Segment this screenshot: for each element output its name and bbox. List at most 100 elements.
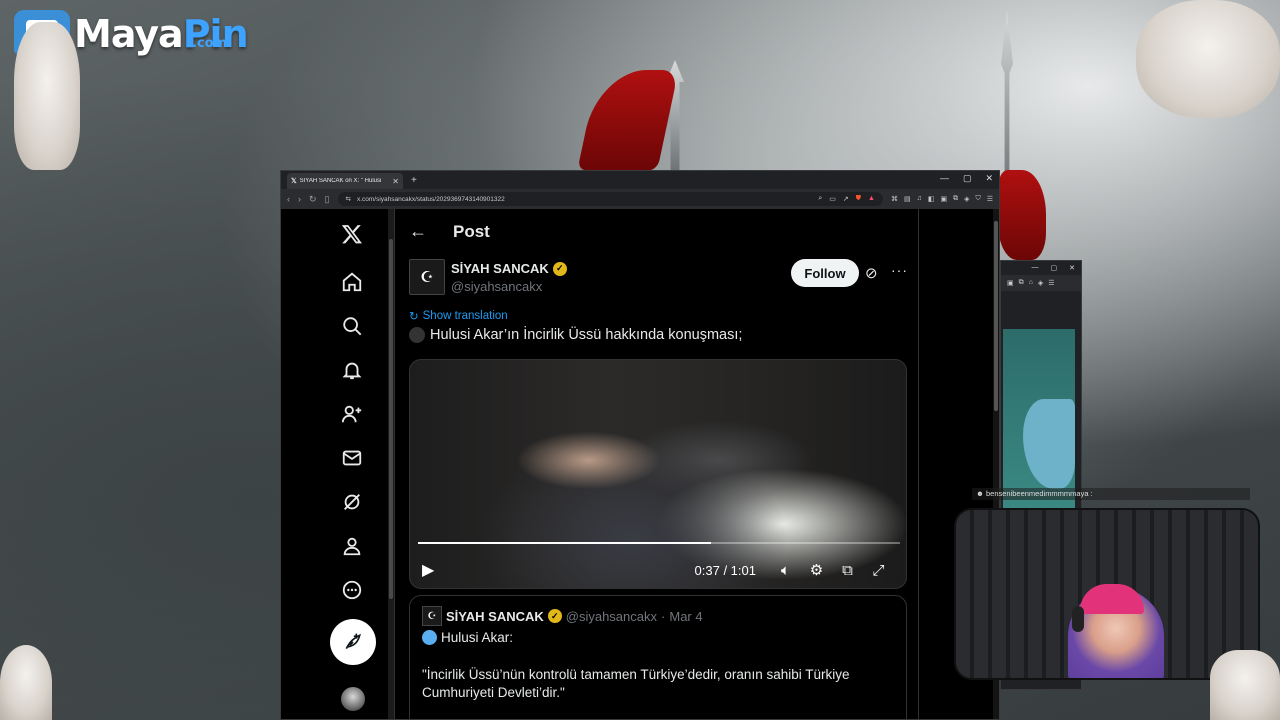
tweet-text-content: Hulusi Akar’ın İncirlik Üssü hakkında ko… [430, 327, 743, 343]
verified-badge-icon: ✓ [547, 609, 562, 623]
post-column: ← Post ☪ SİYAH SANCAK ✓ @siyahsancakx Fo… [394, 209, 919, 719]
quote-line1-text: Hulusi Akar: [441, 630, 514, 645]
menu-icon[interactable]: ☰ [987, 195, 993, 203]
black-circle-emoji-icon [409, 327, 425, 343]
profile-icon[interactable] [331, 525, 373, 567]
maximize-icon[interactable]: ▢ [963, 173, 972, 184]
zoom-icon[interactable]: ⌕ [818, 195, 822, 203]
window-controls[interactable]: — ▢ ✕ [1001, 261, 1081, 275]
extension-icons: ⌘ ▤ ♫ ◧ ▣ ⧉ ◈ ⛉ ☰ [891, 195, 993, 203]
navigation-bar: ‹ › ↻ ▯ ⇆ x.com/siyahsancakx/status/2029… [281, 189, 999, 209]
x-logo-icon[interactable] [331, 213, 373, 255]
show-translation-link[interactable]: ↻ Show translation [409, 309, 508, 323]
site-info-icon[interactable]: ⇆ [346, 195, 351, 203]
close-tab-icon[interactable]: ✕ [392, 177, 399, 186]
quote-first-line: Hulusi Akar: [422, 630, 513, 645]
sidebar-icon[interactable]: ◧ [928, 195, 935, 203]
url-text[interactable]: x.com/siyahsancakx/status/20293697431409… [357, 196, 812, 203]
tab-bar: 𝕏 SİYAH SANCAK on X: " Hulusi ✕ + — ▢ ✕ [281, 171, 999, 189]
streamer-beanie [1080, 584, 1144, 614]
home-icon[interactable] [331, 261, 373, 303]
share-icon[interactable]: ↗ [843, 195, 849, 203]
compose-post-button[interactable] [330, 619, 376, 665]
verified-badge-icon: ✓ [552, 261, 567, 276]
video-time: 0:37 / 1:01 [694, 562, 756, 578]
extension-icon[interactable]: ▤ [904, 195, 911, 203]
red-tassel-decoration [577, 70, 679, 170]
brave-shield-icon[interactable]: ⛊ [856, 195, 861, 203]
quote-author-handle: @siyahsancakx [565, 608, 658, 624]
post-author: ☪ SİYAH SANCAK ✓ @siyahsancakx Follow ⊘ … [409, 259, 907, 299]
feather-icon [345, 633, 361, 650]
picture-in-picture-icon[interactable]: ⧉ [832, 562, 863, 579]
logo-suffix: .com [192, 36, 228, 51]
forward-nav-icon[interactable]: › [298, 194, 301, 204]
settings-gear-icon[interactable]: ⚙ [801, 561, 832, 579]
quote-avatar: ☪ [422, 606, 442, 626]
follow-add-user-icon[interactable] [331, 393, 373, 435]
follow-button[interactable]: Follow [791, 259, 859, 287]
video-progress-fill [418, 542, 711, 544]
search-icon[interactable] [331, 305, 373, 347]
logo-main: Maya [74, 12, 184, 56]
translate-icon: ↻ [409, 311, 419, 323]
quote-date: Mar 4 [669, 608, 703, 624]
grok-explain-icon[interactable]: ⊘ [865, 264, 878, 282]
back-nav-icon[interactable]: ‹ [287, 194, 290, 204]
x-favicon-icon: 𝕏 [291, 178, 297, 185]
play-icon[interactable]: ▶ [422, 560, 442, 580]
account-avatar[interactable] [341, 687, 365, 711]
cat-sticker [1136, 0, 1280, 118]
x-sidebar [330, 209, 376, 719]
video-progress-bar[interactable] [418, 542, 900, 544]
volume-icon[interactable]: 🔈︎ [770, 562, 801, 579]
quote-body: "İncirlik Üssü’nün kontrolü tamamen Türk… [422, 667, 850, 700]
browser-window: 𝕏 SİYAH SANCAK on X: " Hulusi ✕ + — ▢ ✕ … [280, 170, 1000, 720]
minimize-icon[interactable]: — [940, 173, 949, 184]
show-translation-label[interactable]: Show translation [423, 310, 508, 322]
tab-title: SİYAH SANCAK on X: " Hulusi [299, 178, 382, 184]
extension-icon[interactable]: ▣ [940, 195, 947, 203]
extension-bar[interactable]: ▣ ⧉ ⌂ ◈ ☰ [1001, 275, 1081, 291]
spear-decoration [1001, 10, 1013, 190]
close-window-icon[interactable]: ✕ [985, 173, 993, 184]
page-header: ← Post [409, 221, 490, 242]
author-name[interactable]: SİYAH SANCAK [451, 261, 549, 276]
bookmark-icon[interactable]: ▯ [325, 194, 330, 205]
more-icon[interactable]: ··· [891, 262, 908, 278]
tweet-text: Hulusi Akar’ın İncirlik Üssü hakkında ko… [409, 327, 742, 343]
vpn-icon[interactable]: ⛉ [975, 195, 980, 203]
author-avatar[interactable]: ☪ [409, 259, 445, 295]
chat-message: ☻ bensenibeenmedimmmmmaya : [972, 488, 1250, 500]
address-bar[interactable]: ⇆ x.com/siyahsancakx/status/202936974314… [337, 192, 883, 206]
page-title: Post [453, 221, 490, 241]
fullscreen-icon[interactable]: ⤢ [863, 562, 894, 579]
new-tab-button[interactable]: + [411, 175, 417, 186]
quote-separator: · [661, 608, 666, 624]
rewards-icon[interactable]: ▲ [868, 195, 875, 203]
extension-icon[interactable]: ⧉ [953, 195, 958, 203]
video-controls: ▶ 0:37 / 1:01 🔈︎ ⚙ ⧉ ⤢ [410, 552, 906, 588]
blue-circle-emoji-icon [422, 630, 437, 645]
cast-icon[interactable]: ▭ [829, 195, 836, 203]
browser-tab[interactable]: 𝕏 SİYAH SANCAK on X: " Hulusi ✕ [287, 173, 403, 189]
back-arrow-icon[interactable]: ← [409, 221, 429, 242]
music-icon[interactable]: ♫ [917, 195, 922, 203]
more-options-icon[interactable] [331, 569, 373, 611]
grok-icon[interactable] [331, 481, 373, 523]
video-player[interactable]: ▶ 0:37 / 1:01 🔈︎ ⚙ ⧉ ⤢ [409, 359, 907, 589]
cat-sticker [14, 22, 80, 170]
extension-icon[interactable]: ⌘ [891, 195, 898, 203]
webcam-overlay [954, 508, 1260, 680]
quote-header: ☪ SİYAH SANCAK ✓ @siyahsancakx · Mar 4 [422, 606, 703, 626]
window-controls: — ▢ ✕ [940, 173, 993, 184]
cat-sticker [0, 645, 52, 720]
messages-envelope-icon[interactable] [331, 437, 373, 479]
x-page: ← Post ☪ SİYAH SANCAK ✓ @siyahsancakx Fo… [281, 209, 999, 719]
reload-icon[interactable]: ↻ [309, 194, 317, 205]
author-handle[interactable]: @siyahsancakx [451, 279, 542, 294]
extension-icon[interactable]: ◈ [964, 195, 969, 203]
quoted-post[interactable]: ☪ SİYAH SANCAK ✓ @siyahsancakx · Mar 4 H… [409, 595, 907, 719]
quote-author-name: SİYAH SANCAK [446, 608, 544, 624]
notifications-bell-icon[interactable] [331, 349, 373, 391]
